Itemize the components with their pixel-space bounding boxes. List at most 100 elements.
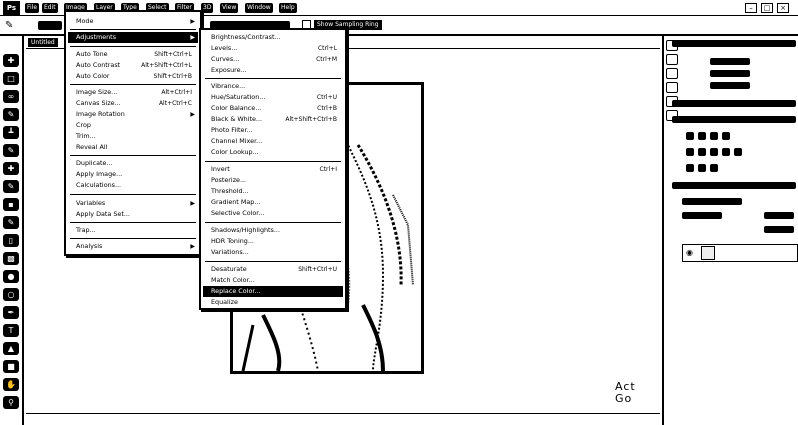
- brush-panel-icon[interactable]: [666, 68, 678, 79]
- color-ramp[interactable]: [672, 100, 796, 107]
- menu-item-auto-tone[interactable]: Auto Tone Shift+Ctrl+L: [68, 49, 198, 60]
- adj-item-vibrance[interactable]: Vibrance...: [203, 81, 343, 92]
- adj-item-photo-filter[interactable]: Photo Filter...: [203, 125, 343, 136]
- menu-item-variables[interactable]: Variables ▶: [68, 198, 198, 209]
- menu-3d[interactable]: 3D: [201, 3, 214, 13]
- adj-item-match-color[interactable]: Match Color...: [203, 275, 343, 286]
- adj-item-channel-mixer[interactable]: Channel Mixer...: [203, 136, 343, 147]
- threshold-adjust-icon[interactable]: [710, 164, 718, 172]
- menu-item-canvas-size[interactable]: Canvas Size... Alt+Ctrl+C: [68, 98, 198, 109]
- menu-item-calculations[interactable]: Calculations...: [68, 180, 198, 191]
- photo-filter-adjust-icon[interactable]: [734, 148, 742, 156]
- close-button[interactable]: ×: [777, 3, 789, 13]
- curves-adjust-icon[interactable]: [710, 132, 718, 140]
- crop-tool-icon[interactable]: ┻: [3, 126, 19, 139]
- path-select-tool-icon[interactable]: ▲: [3, 342, 19, 355]
- properties-panel-icon[interactable]: [666, 54, 678, 65]
- blend-mode-dropdown[interactable]: [682, 198, 742, 205]
- adj-item-posterize[interactable]: Posterize...: [203, 175, 343, 186]
- type-tool-icon[interactable]: T: [3, 324, 19, 337]
- menu-item-crop[interactable]: Crop: [68, 120, 198, 131]
- adj-item-exposure[interactable]: Exposure...: [203, 65, 343, 76]
- posterize-adjust-icon[interactable]: [698, 164, 706, 172]
- adj-item-desaturate[interactable]: Desaturate Shift+Ctrl+U: [203, 264, 343, 275]
- visibility-eye-icon[interactable]: ◉: [686, 248, 693, 257]
- menu-item-mode[interactable]: Mode ▶: [68, 16, 198, 27]
- color-slider-r[interactable]: [710, 58, 750, 65]
- balance-adjust-icon[interactable]: [710, 148, 718, 156]
- hue-adjust-icon[interactable]: [698, 148, 706, 156]
- menu-view[interactable]: View: [220, 3, 239, 13]
- tool-preset-picker[interactable]: [38, 21, 62, 30]
- color-slider-g[interactable]: [710, 70, 750, 77]
- adj-item-selective-color[interactable]: Selective Color...: [203, 208, 343, 219]
- menu-item-image-size[interactable]: Image Size... Alt+Ctrl+I: [68, 87, 198, 98]
- brush-tool-icon[interactable]: ✎: [3, 180, 19, 193]
- lasso-tool-icon[interactable]: ∞: [3, 90, 19, 103]
- maximize-button[interactable]: □: [761, 3, 773, 13]
- quick-select-tool-icon[interactable]: ✎: [3, 108, 19, 121]
- eraser-tool-icon[interactable]: ▯: [3, 234, 19, 247]
- adj-item-shadows-highlights[interactable]: Shadows/Highlights...: [203, 225, 343, 236]
- adj-item-color-balance[interactable]: Color Balance... Ctrl+B: [203, 103, 343, 114]
- fill-field[interactable]: [764, 226, 794, 233]
- opacity-field[interactable]: [764, 212, 794, 219]
- menu-item-duplicate[interactable]: Duplicate...: [68, 158, 198, 169]
- menu-item-analysis[interactable]: Analysis ▶: [68, 241, 198, 252]
- menu-item-reveal-all[interactable]: Reveal All: [68, 142, 198, 153]
- levels-adjust-icon[interactable]: [698, 132, 706, 140]
- eyedropper-tool-icon[interactable]: ✎: [3, 144, 19, 157]
- layer-lock-row[interactable]: [682, 212, 722, 219]
- adj-item-replace-color[interactable]: Replace Color...: [203, 286, 343, 297]
- vibrance-adjust-icon[interactable]: [686, 148, 694, 156]
- clone-source-panel-icon[interactable]: [666, 82, 678, 93]
- marquee-tool-icon[interactable]: □: [3, 72, 19, 85]
- invert-adjust-icon[interactable]: [686, 164, 694, 172]
- adj-item-color-lookup[interactable]: Color Lookup...: [203, 147, 343, 158]
- history-brush-tool-icon[interactable]: ✎: [3, 216, 19, 229]
- adj-item-curves[interactable]: Curves... Ctrl+M: [203, 54, 343, 65]
- adj-item-threshold[interactable]: Threshold...: [203, 186, 343, 197]
- adj-item-hdr-toning[interactable]: HDR Toning...: [203, 236, 343, 247]
- zoom-tool-icon[interactable]: ⚲: [3, 396, 19, 409]
- menu-help[interactable]: Help: [279, 3, 297, 13]
- adj-item-hue-saturation[interactable]: Hue/Saturation... Ctrl+U: [203, 92, 343, 103]
- menu-item-adjustments[interactable]: Adjustments ▶: [68, 32, 198, 43]
- menu-file[interactable]: File: [25, 3, 40, 13]
- minimize-button[interactable]: –: [745, 3, 757, 13]
- brush-tool-icon[interactable]: ✎: [5, 20, 13, 31]
- color-panel-tab[interactable]: [672, 40, 796, 47]
- menu-item-image-rotation[interactable]: Image Rotation ▶: [68, 109, 198, 120]
- menu-item-trim[interactable]: Trim...: [68, 131, 198, 142]
- layer-row[interactable]: ◉: [682, 244, 798, 262]
- layers-panel-tab[interactable]: [672, 182, 796, 189]
- adj-item-brightness-contrast[interactable]: Brightness/Contrast...: [203, 32, 343, 43]
- menu-item-auto-contrast[interactable]: Auto Contrast Alt+Shift+Ctrl+L: [68, 60, 198, 71]
- adj-item-levels[interactable]: Levels... Ctrl+L: [203, 43, 343, 54]
- menu-edit[interactable]: Edit: [42, 3, 58, 13]
- menu-item-auto-color[interactable]: Auto Color Shift+Ctrl+B: [68, 71, 198, 82]
- document-tab[interactable]: Untitled: [28, 38, 58, 47]
- adj-item-black-white[interactable]: Black & White... Alt+Shift+Ctrl+B: [203, 114, 343, 125]
- dodge-tool-icon[interactable]: ○: [3, 288, 19, 301]
- menu-item-trap[interactable]: Trap...: [68, 225, 198, 236]
- pen-tool-icon[interactable]: ✒: [3, 306, 19, 319]
- healing-tool-icon[interactable]: ✚: [3, 162, 19, 175]
- menu-window[interactable]: Window: [245, 3, 273, 13]
- bw-adjust-icon[interactable]: [722, 148, 730, 156]
- move-tool-icon[interactable]: ✚: [3, 54, 19, 67]
- adj-item-variations[interactable]: Variations...: [203, 247, 343, 258]
- adjustments-panel-tab[interactable]: [672, 116, 796, 123]
- adj-item-invert[interactable]: Invert Ctrl+I: [203, 164, 343, 175]
- hand-tool-icon[interactable]: ✋: [3, 378, 19, 391]
- shape-tool-icon[interactable]: ■: [3, 360, 19, 373]
- gradient-tool-icon[interactable]: ▩: [3, 252, 19, 265]
- adj-item-gradient-map[interactable]: Gradient Map...: [203, 197, 343, 208]
- brightness-adjust-icon[interactable]: [686, 132, 694, 140]
- blur-tool-icon[interactable]: ●: [3, 270, 19, 283]
- stamp-tool-icon[interactable]: ▪: [3, 198, 19, 211]
- exposure-adjust-icon[interactable]: [722, 132, 730, 140]
- menu-item-apply-image[interactable]: Apply Image...: [68, 169, 198, 180]
- menu-item-apply-data-set[interactable]: Apply Data Set...: [68, 209, 198, 220]
- color-slider-b[interactable]: [710, 82, 750, 89]
